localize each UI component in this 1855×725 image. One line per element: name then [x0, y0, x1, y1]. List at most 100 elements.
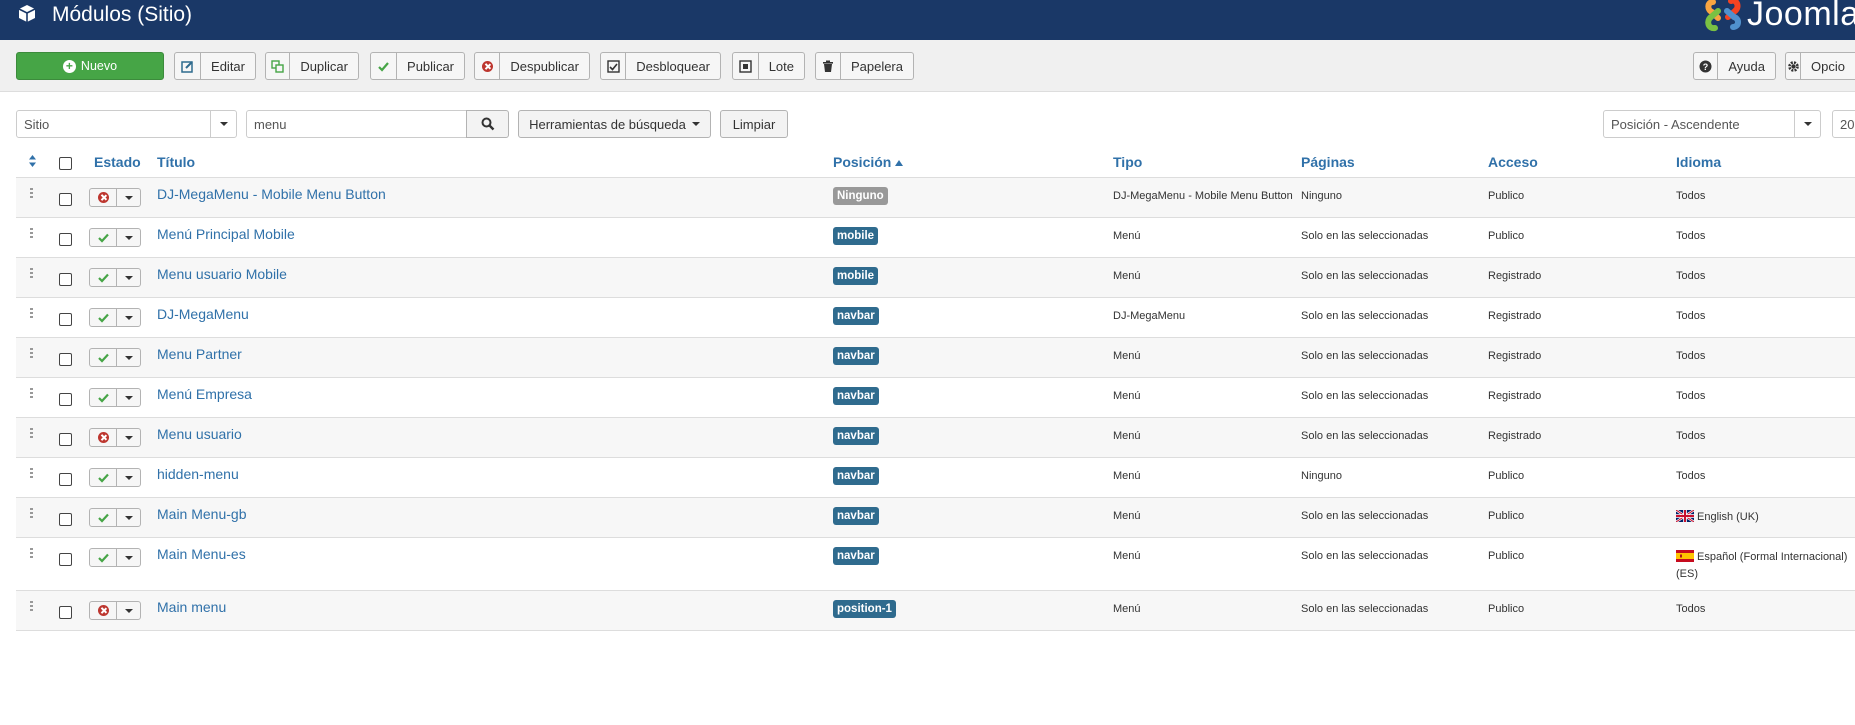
row-checkbox[interactable] — [59, 553, 72, 566]
module-title-link[interactable]: DJ-MegaMenu — [157, 306, 249, 322]
row-checkbox[interactable] — [59, 313, 72, 326]
status-dropdown-button[interactable] — [117, 602, 140, 619]
status-toggle[interactable] — [89, 601, 141, 620]
row-checkbox[interactable] — [59, 353, 72, 366]
edit-button[interactable]: Editar — [174, 52, 256, 80]
status-dropdown-button[interactable] — [117, 429, 140, 446]
module-title-link[interactable]: hidden-menu — [157, 466, 239, 482]
publish-button[interactable]: Publicar — [370, 52, 465, 80]
status-toggle-button[interactable] — [90, 309, 117, 326]
status-dropdown-button[interactable] — [117, 309, 140, 326]
module-title-link[interactable]: Main Menu-gb — [157, 506, 247, 522]
module-title-link[interactable]: Menú Principal Mobile — [157, 226, 295, 242]
drag-handle-icon[interactable] — [30, 188, 34, 200]
module-title-link[interactable]: Menu usuario Mobile — [157, 266, 287, 282]
status-toggle-button[interactable] — [90, 189, 117, 206]
search-tools-button[interactable]: Herramientas de búsqueda — [518, 110, 711, 138]
drag-handle-icon[interactable] — [30, 308, 34, 320]
drag-handle-icon[interactable] — [30, 388, 34, 400]
status-dropdown-button[interactable] — [117, 349, 140, 366]
drag-handle-icon[interactable] — [30, 508, 34, 520]
status-toggle[interactable] — [89, 548, 141, 567]
ordering-select[interactable]: Posición - Ascendente — [1603, 110, 1821, 138]
status-dropdown-button[interactable] — [117, 469, 140, 486]
row-checkbox[interactable] — [59, 393, 72, 406]
drag-handle-icon[interactable] — [30, 468, 34, 480]
status-toggle-button[interactable] — [90, 389, 117, 406]
row-checkbox[interactable] — [59, 433, 72, 446]
gear-icon — [1786, 53, 1802, 79]
select-all-checkbox[interactable] — [59, 157, 72, 170]
module-title-link[interactable]: DJ-MegaMenu - Mobile Menu Button — [157, 186, 386, 202]
column-position[interactable]: Posición — [833, 154, 904, 170]
position-badge: navbar — [833, 427, 879, 445]
status-toggle[interactable] — [89, 268, 141, 287]
status-toggle-button[interactable] — [90, 269, 117, 286]
caret-down-icon — [124, 435, 133, 440]
status-toggle[interactable] — [89, 388, 141, 407]
status-dropdown-button[interactable] — [117, 389, 140, 406]
row-checkbox[interactable] — [59, 473, 72, 486]
unpublished-icon — [97, 432, 109, 443]
sort-icon[interactable] — [28, 154, 37, 168]
new-button[interactable]: + Nuevo — [16, 52, 164, 80]
drag-handle-icon[interactable] — [30, 601, 34, 613]
status-toggle[interactable] — [89, 348, 141, 367]
options-button[interactable]: Opcio — [1785, 52, 1855, 80]
row-type: Menú — [1113, 430, 1141, 442]
status-toggle[interactable] — [89, 508, 141, 527]
client-select[interactable]: Sitio — [16, 110, 237, 138]
status-dropdown-button[interactable] — [117, 189, 140, 206]
drag-handle-icon[interactable] — [30, 228, 34, 240]
column-language[interactable]: Idioma — [1676, 154, 1721, 170]
trash-button[interactable]: Papelera — [815, 52, 914, 80]
drag-handle-icon[interactable] — [30, 348, 34, 360]
row-checkbox[interactable] — [59, 193, 72, 206]
toolbar: + Nuevo Editar Duplicar Publicar Despubl… — [0, 40, 1855, 92]
limit-select[interactable]: 20 — [1832, 110, 1855, 138]
search-button[interactable] — [466, 110, 509, 138]
ordering-select-value: Posición - Ascendente — [1611, 116, 1740, 132]
status-toggle-button[interactable] — [90, 549, 117, 566]
status-toggle-button[interactable] — [90, 602, 117, 619]
drag-handle-icon[interactable] — [30, 428, 34, 440]
status-toggle-button[interactable] — [90, 509, 117, 526]
row-checkbox[interactable] — [59, 273, 72, 286]
column-title[interactable]: Título — [157, 154, 195, 170]
search-input[interactable] — [246, 110, 467, 138]
duplicate-button[interactable]: Duplicar — [265, 52, 359, 80]
checkin-button[interactable]: Desbloquear — [600, 52, 721, 80]
unpublish-button[interactable]: Despublicar — [474, 52, 590, 80]
status-dropdown-button[interactable] — [117, 229, 140, 246]
column-status[interactable]: Estado — [94, 154, 141, 170]
drag-handle-icon[interactable] — [30, 548, 34, 560]
status-toggle-button[interactable] — [90, 349, 117, 366]
status-toggle-button[interactable] — [90, 429, 117, 446]
module-title-link[interactable]: Menu Partner — [157, 346, 242, 362]
clear-button[interactable]: Limpiar — [720, 110, 788, 138]
row-language-text: Todos — [1676, 270, 1706, 282]
column-pages[interactable]: Páginas — [1301, 154, 1355, 170]
status-toggle[interactable] — [89, 428, 141, 447]
status-dropdown-button[interactable] — [117, 549, 140, 566]
status-dropdown-button[interactable] — [117, 269, 140, 286]
module-title-link[interactable]: Main Menu-es — [157, 546, 246, 562]
status-toggle-button[interactable] — [90, 229, 117, 246]
status-toggle[interactable] — [89, 188, 141, 207]
module-title-link[interactable]: Menú Empresa — [157, 386, 252, 402]
status-toggle-button[interactable] — [90, 469, 117, 486]
drag-handle-icon[interactable] — [30, 268, 34, 280]
status-dropdown-button[interactable] — [117, 509, 140, 526]
column-access[interactable]: Acceso — [1488, 154, 1538, 170]
help-button[interactable]: ? Ayuda — [1693, 52, 1776, 80]
module-title-link[interactable]: Main menu — [157, 599, 226, 615]
row-checkbox[interactable] — [59, 233, 72, 246]
column-type[interactable]: Tipo — [1113, 154, 1142, 170]
row-checkbox[interactable] — [59, 513, 72, 526]
module-title-link[interactable]: Menu usuario — [157, 426, 242, 442]
status-toggle[interactable] — [89, 228, 141, 247]
status-toggle[interactable] — [89, 468, 141, 487]
row-checkbox[interactable] — [59, 606, 72, 619]
batch-button[interactable]: Lote — [732, 52, 805, 80]
status-toggle[interactable] — [89, 308, 141, 327]
